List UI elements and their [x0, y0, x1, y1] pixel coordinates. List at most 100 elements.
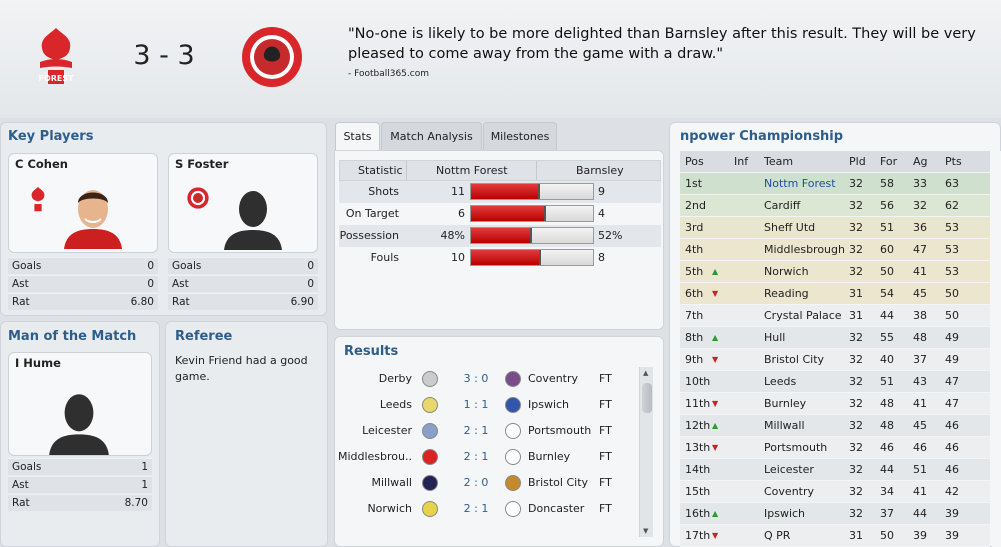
col-team[interactable]: Team — [764, 151, 793, 173]
league-scrollbar[interactable] — [992, 151, 1001, 547]
cell-ag: 41 — [913, 397, 927, 410]
barnsley-crest-icon — [187, 187, 209, 209]
result-row[interactable]: Derby 3 : 0 Coventry FT — [340, 366, 640, 392]
tab-match-analysis[interactable]: Match Analysis — [381, 122, 482, 150]
cell-pts: 46 — [945, 419, 959, 432]
cell-team[interactable]: Norwich — [764, 261, 809, 283]
result-home-team[interactable]: Leeds — [380, 392, 412, 418]
result-score[interactable]: 2 : 1 — [458, 496, 494, 522]
result-home-team[interactable]: Norwich — [367, 496, 412, 522]
cell-team[interactable]: Leicester — [764, 459, 814, 481]
cell-team[interactable]: Millwall — [764, 415, 805, 437]
stat-bar-divider — [539, 250, 542, 265]
cell-for: 48 — [880, 397, 894, 410]
result-row[interactable]: Middlesbrou.. 2 : 1 Burnley FT — [338, 444, 640, 470]
table-row[interactable]: 9th Bristol City 32 40 37 49 ▼ — [680, 349, 990, 371]
cell-team[interactable]: Leeds — [764, 371, 796, 393]
cell-team[interactable]: Hull — [764, 327, 785, 349]
cell-ag: 39 — [913, 529, 927, 542]
cell-team[interactable]: Middlesbrough — [764, 239, 845, 261]
cell-pos: 1st — [685, 177, 703, 190]
cell-team[interactable]: Bristol City — [764, 349, 824, 371]
result-status: FT — [599, 372, 612, 385]
cell-pos: 10th — [685, 375, 711, 388]
result-score[interactable]: 2 : 1 — [458, 444, 494, 470]
cell-team[interactable]: Burnley — [764, 393, 806, 415]
result-away-team[interactable]: Bristol City — [528, 470, 588, 496]
table-row[interactable]: 15th Coventry 32 34 41 42 — [680, 481, 990, 503]
result-home-team[interactable]: Millwall — [371, 470, 412, 496]
cell-team[interactable]: Portsmouth — [764, 437, 827, 459]
result-away-team[interactable]: Burnley — [528, 444, 570, 470]
result-away-team[interactable]: Coventry — [528, 366, 578, 392]
table-row[interactable]: 11th Burnley 32 48 41 47 ▼ — [680, 393, 990, 415]
cell-ag: 41 — [913, 485, 927, 498]
col-pts[interactable]: Pts — [945, 151, 962, 173]
result-away-team[interactable]: Ipswich — [528, 392, 569, 418]
table-row[interactable]: 17th Q PR 31 50 39 39 ▼ — [680, 525, 990, 547]
result-status: FT — [599, 476, 612, 489]
col-for[interactable]: For — [880, 151, 897, 173]
table-row[interactable]: 8th Hull 32 55 48 49 ▲ — [680, 327, 990, 349]
cell-team[interactable]: Coventry — [764, 481, 814, 503]
table-row[interactable]: 5th Norwich 32 50 41 53 ▲ — [680, 261, 990, 283]
cell-pos: 9th — [685, 353, 704, 366]
table-row[interactable]: 16th Ipswich 32 37 44 39 ▲ — [680, 503, 990, 525]
table-row[interactable]: 12th Millwall 32 48 45 46 ▲ — [680, 415, 990, 437]
result-home-team[interactable]: Derby — [379, 366, 412, 392]
result-home-team[interactable]: Leicester — [362, 418, 412, 444]
result-score[interactable]: 3 : 0 — [458, 366, 494, 392]
table-row[interactable]: 10th Leeds 32 51 43 47 — [680, 371, 990, 393]
league-title: npower Championship — [680, 129, 844, 144]
player-silhouette — [49, 394, 109, 455]
stat-bar-divider — [538, 184, 541, 199]
stat-ast: Ast 1 — [8, 476, 152, 493]
tab-milestones[interactable]: Milestones — [483, 122, 557, 150]
table-row[interactable]: 14th Leicester 32 44 51 46 — [680, 459, 990, 481]
table-row[interactable]: 4th Middlesbrough 32 60 47 53 — [680, 239, 990, 261]
tab-stats[interactable]: Stats — [335, 122, 380, 151]
table-row[interactable]: 1st Nottm Forest 32 58 33 63 — [680, 173, 990, 195]
col-pos[interactable]: Pos — [685, 151, 704, 173]
cell-team[interactable]: Reading — [764, 283, 809, 305]
result-away-team[interactable]: Doncaster — [528, 496, 584, 522]
result-score[interactable]: 2 : 1 — [458, 418, 494, 444]
cell-team[interactable]: Cardiff — [764, 195, 800, 217]
up-arrow-icon: ▲ — [712, 509, 719, 518]
cell-pts: 53 — [945, 221, 959, 234]
result-row[interactable]: Leicester 2 : 1 Portsmouth FT — [340, 418, 640, 444]
result-row[interactable]: Millwall 2 : 0 Bristol City FT — [340, 470, 640, 496]
result-row[interactable]: Leeds 1 : 1 Ipswich FT — [340, 392, 640, 418]
result-score[interactable]: 2 : 0 — [458, 470, 494, 496]
table-row[interactable]: 13th Portsmouth 32 46 46 46 ▼ — [680, 437, 990, 459]
table-row[interactable]: 2nd Cardiff 32 56 32 62 — [680, 195, 990, 217]
player-photo — [64, 190, 122, 249]
nottingham-forest-crest-icon[interactable]: FOREST — [36, 26, 76, 88]
motm-card[interactable]: I Hume — [8, 352, 152, 456]
result-home-team[interactable]: Middlesbrou.. — [338, 444, 412, 470]
result-row[interactable]: Norwich 2 : 1 Doncaster FT — [340, 496, 640, 522]
results-scrollbar[interactable]: ▲ ▼ — [639, 367, 653, 537]
player-card-cohen[interactable]: C Cohen — [8, 153, 158, 253]
table-header: Pos Inf Team Pld For Ag Pts — [680, 151, 990, 173]
result-score[interactable]: 1 : 1 — [458, 392, 494, 418]
cell-team[interactable]: Ipswich — [764, 503, 805, 525]
scroll-thumb[interactable] — [642, 383, 652, 413]
cell-pts: 46 — [945, 463, 959, 476]
result-away-team[interactable]: Portsmouth — [528, 418, 591, 444]
col-inf[interactable]: Inf — [734, 151, 748, 173]
barnsley-crest-icon[interactable] — [241, 26, 303, 88]
cell-team[interactable]: Q PR — [764, 525, 790, 547]
cell-pos: 4th — [685, 243, 704, 256]
col-ag[interactable]: Ag — [913, 151, 928, 173]
table-row[interactable]: 7th Crystal Palace 31 44 38 50 — [680, 305, 990, 327]
player-card-foster[interactable]: S Foster — [168, 153, 318, 253]
table-row[interactable]: 3rd Sheff Utd 32 51 36 53 — [680, 217, 990, 239]
stat-ast: Ast 0 — [168, 275, 318, 292]
cell-team[interactable]: Crystal Palace — [764, 305, 842, 327]
cell-team[interactable]: Sheff Utd — [764, 217, 815, 239]
col-pld[interactable]: Pld — [849, 151, 866, 173]
cell-team[interactable]: Nottm Forest — [764, 173, 836, 195]
cell-for: 55 — [880, 331, 894, 344]
table-row[interactable]: 6th Reading 31 54 45 50 ▼ — [680, 283, 990, 305]
